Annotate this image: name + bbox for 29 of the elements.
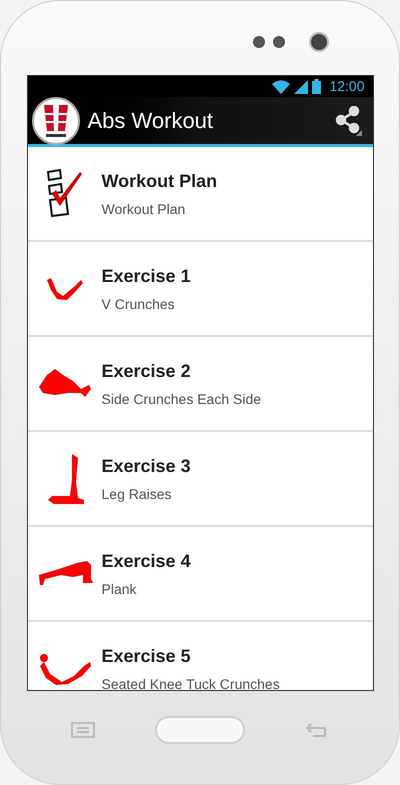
exercise-figure-icon <box>38 652 92 686</box>
list-item[interactable]: Exercise 1 V Crunches <box>28 242 372 337</box>
back-icon[interactable] <box>305 722 329 738</box>
home-button[interactable] <box>155 716 245 744</box>
wifi-icon <box>272 80 290 94</box>
item-subtitle: V Crunches <box>102 294 176 314</box>
list-item[interactable]: Exercise 2 Side Crunches Each Side <box>28 337 372 432</box>
item-title: Exercise 2 <box>102 360 192 382</box>
app-title: Abs Workout <box>88 107 214 135</box>
list-item[interactable]: Exercise 4 Plank <box>28 527 372 622</box>
share-icon <box>334 106 362 136</box>
item-subtitle: Side Crunches Each Side <box>102 390 262 408</box>
app-logo-icon[interactable] <box>32 96 80 144</box>
list-item[interactable]: Workout Plan Workout Plan <box>28 147 372 242</box>
item-title: Workout Plan <box>102 170 218 192</box>
item-subtitle: Seated Knee Tuck Crunches <box>102 674 280 690</box>
item-subtitle: Workout Plan <box>102 200 186 218</box>
item-subtitle: Leg Raises <box>102 484 173 504</box>
signal-icon <box>294 80 308 94</box>
item-title: Exercise 4 <box>102 550 191 572</box>
menu-icon[interactable] <box>71 722 95 738</box>
camera-icon <box>309 32 329 52</box>
item-title: Exercise 5 <box>102 644 192 668</box>
item-subtitle: Plank <box>102 580 138 598</box>
status-time: 12:00 <box>329 77 364 96</box>
list-item[interactable]: Exercise 3 Leg Raises <box>28 432 372 527</box>
battery-icon <box>312 79 322 94</box>
item-title: Exercise 3 <box>102 454 191 478</box>
item-title: Exercise 1 <box>102 264 191 288</box>
